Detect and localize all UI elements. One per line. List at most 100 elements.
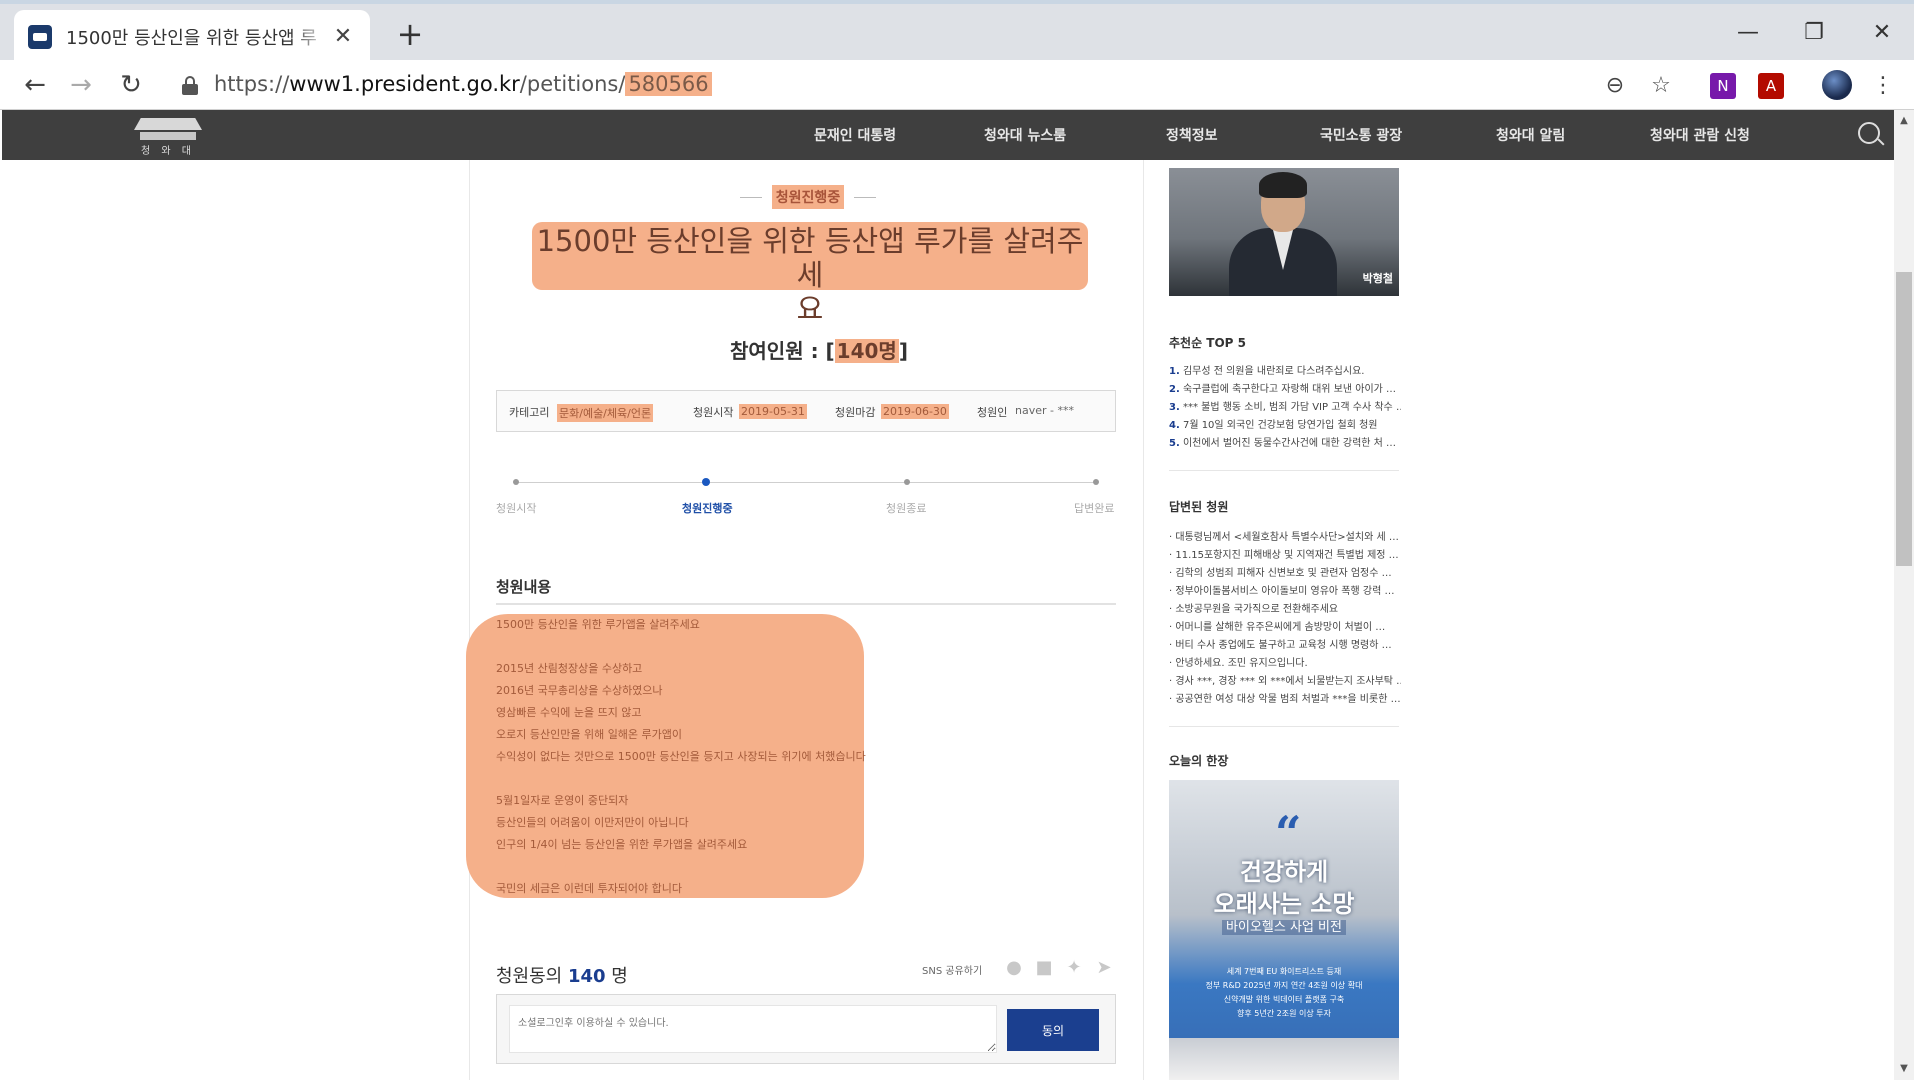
answered-item[interactable]: · 김학의 성범죄 피해자 신변보호 및 관련자 엄정수 …	[1169, 564, 1401, 579]
author-label: 청원인	[977, 406, 1008, 419]
nav-item-notice[interactable]: 청와대 알림	[1496, 125, 1565, 145]
kakaostory-share-icon[interactable]: ●	[1004, 958, 1024, 978]
petition-body-line: 1500만 등산인을 위한 루가앱을 살려주세요	[496, 618, 700, 631]
banner-text: 향후 5년간 2조원 이상 투자	[1237, 1009, 1331, 1018]
participants-value: 140명	[834, 339, 899, 363]
answered-item-text: 11.15포항지진 피해배상 및 지역재건 특별법 제정 …	[1175, 550, 1399, 561]
agree-count: 140	[567, 966, 606, 987]
telegram-share-icon[interactable]: ➤	[1094, 958, 1114, 978]
nav-item-policy[interactable]: 정책정보	[1166, 125, 1218, 145]
petition-title-line1: 1500만 등산인을 위한 등산앱 루가를 살려주세	[536, 224, 1084, 292]
new-tab-icon[interactable]: +	[392, 16, 428, 52]
answered-item[interactable]: · 대통령님께서 <세월호참사 특별수사단>설치와 세 …	[1169, 528, 1401, 543]
nav-item-newsroom[interactable]: 청와대 뉴스룸	[984, 125, 1066, 145]
search-icon[interactable]	[1858, 122, 1880, 144]
petition-body-line: 5월1일자로 운영이 중단되자	[496, 794, 629, 807]
tab-strip: 1500만 등산인을 위한 등산앱 루 ✕ + — ❐ ✕	[0, 0, 1914, 64]
end-label: 청원마감	[835, 406, 876, 419]
today-photo-banner[interactable]: “ 건강하게 오래사는 소망 바이오헬스 사업 비전 세계 7번째 EU 화이트…	[1169, 780, 1399, 1080]
zoom-out-icon[interactable]: ⊖	[1600, 70, 1630, 100]
forward-arrow-icon[interactable]: →	[64, 68, 98, 102]
nav-item-president[interactable]: 문재인 대통령	[814, 125, 896, 145]
answered-item-text: 경사 ***, 경장 *** 외 ***에서 뇌물받는지 조사부탁 …	[1175, 676, 1401, 687]
petition-body-line: 영삼빠른 수익에 눈을 뜨지 않고	[496, 706, 642, 719]
answered-item-text: 김학의 성범죄 피해자 신변보호 및 관련자 엄정수 …	[1175, 568, 1392, 579]
answered-item[interactable]: · 경사 ***, 경장 *** 외 ***에서 뇌물받는지 조사부탁 …	[1169, 672, 1401, 687]
banner-subtitle-text: 바이오헬스 사업 비전	[1222, 920, 1346, 935]
vertical-scrollbar[interactable]: ▲ ▼	[1894, 110, 1914, 1080]
end-value: 2019-06-30	[881, 404, 949, 419]
nav-item-communication[interactable]: 국민소통 광장	[1320, 125, 1402, 145]
answered-item[interactable]: · 안녕하세요. 조민 유지으입니다.	[1169, 654, 1401, 669]
bookmark-star-icon[interactable]: ☆	[1646, 70, 1676, 100]
top5-item-text: *** 불법 행동 소비, 범죄 가담 VIP 고객 수사 착수 …	[1182, 402, 1401, 413]
answered-item[interactable]: · 정부아이돌봄서비스 아이돌보미 영유아 폭행 강력 …	[1169, 582, 1401, 597]
banner-headline-2: 오래사는 소망	[1213, 890, 1355, 918]
top5-item[interactable]: 5. 이천에서 벌어진 동물수간사건에 대한 강력한 처 …	[1169, 434, 1401, 449]
top5-item[interactable]: 2. 숙구클럽에 축구한다고 자랑해 대위 보낸 아이가 …	[1169, 380, 1401, 395]
logo-text: 청 와 대	[141, 146, 195, 157]
top5-item-number: 3.	[1169, 402, 1180, 413]
video-thumbnail[interactable]: 박형철	[1169, 168, 1399, 296]
sidebar-divider	[1169, 726, 1399, 727]
agree-button[interactable]: 동의	[1007, 1009, 1099, 1051]
browser-toolbar: ← → ↻ https://www1.president.go.kr/petit…	[0, 60, 1914, 110]
top5-item[interactable]: 4. 7월 10일 외국인 건강보험 당연가입 철회 청원	[1169, 416, 1401, 431]
twitter-share-icon[interactable]: ✦	[1064, 958, 1084, 978]
close-window-icon[interactable]: ✕	[1862, 16, 1902, 50]
scroll-up-icon[interactable]: ▲	[1894, 112, 1914, 130]
acrobat-extension-icon[interactable]: A	[1756, 70, 1786, 100]
minimize-icon[interactable]: —	[1728, 16, 1768, 50]
top5-item-text: 이천에서 벌어진 동물수간사건에 대한 강력한 처 …	[1182, 438, 1397, 449]
answered-item-text: 대통령님께서 <세월호참사 특별수사단>설치와 세 …	[1175, 532, 1399, 543]
answered-item[interactable]: · 버티 수사 종업에도 불구하고 교육청 시행 명령하 …	[1169, 636, 1401, 651]
top5-title: 추천순 TOP 5	[1169, 336, 1247, 350]
answered-item-text: 어머니를 살해한 유주은씨에게 솜방망이 처벌이 …	[1175, 622, 1386, 633]
facebook-share-icon[interactable]: ■	[1034, 958, 1054, 978]
menu-kebab-icon[interactable]: ⋮	[1868, 70, 1898, 100]
step-label-answered: 답변완료	[1074, 502, 1115, 515]
top5-item[interactable]: 3. *** 불법 행동 소비, 범죄 가담 VIP 고객 수사 착수 …	[1169, 398, 1401, 413]
browser-tab[interactable]: 1500만 등산인을 위한 등산앱 루 ✕	[14, 10, 370, 64]
answered-item[interactable]: · 어머니를 살해한 유주은씨에게 솜방망이 처벌이 …	[1169, 618, 1401, 633]
answered-item[interactable]: · 소방공무원을 국가직으로 전환해주세요	[1169, 600, 1401, 615]
answered-item[interactable]: · 공공연한 여성 대상 악물 범죄 처벌과 ***을 비롯한 …	[1169, 690, 1401, 705]
banner-subtitle: 바이오헬스 사업 비전	[1169, 916, 1399, 935]
step-dot	[904, 479, 910, 485]
banner-text: 세계 7번째 EU 화이트리스트 등재	[1226, 967, 1342, 976]
answered-item-text: 정부아이돌봄서비스 아이돌보미 영유아 폭행 강력 …	[1175, 586, 1395, 597]
top5-item-text: 숙구클럽에 축구한다고 자랑해 대위 보낸 아이가 …	[1182, 384, 1397, 395]
reload-icon[interactable]: ↻	[114, 68, 148, 102]
top5-item-number: 5.	[1169, 438, 1180, 449]
answered-item[interactable]: · 11.15포항지진 피해배상 및 지역재건 특별법 제정 …	[1169, 546, 1401, 561]
progress-line	[516, 482, 1096, 483]
scroll-down-icon[interactable]: ▼	[1894, 1060, 1914, 1078]
participants-label: 참여인원 : [	[730, 339, 835, 363]
address-bar[interactable]: https://www1.president.go.kr/petitions/5…	[214, 72, 712, 96]
top5-item-number: 4.	[1169, 420, 1180, 431]
today-photo-title: 오늘의 한장	[1169, 754, 1229, 768]
petition-title-line2: 요	[796, 292, 824, 326]
petition-body-line: 인구의 1/4이 넘는 등산인을 위한 루가앱을 살려주세요	[496, 838, 748, 851]
start-label: 청원시작	[693, 406, 734, 419]
sidebar-divider	[1169, 470, 1399, 471]
banner-headline-1: 건강하게	[1239, 858, 1329, 886]
video-caption: 박형철	[1362, 272, 1393, 285]
scrollbar-thumb[interactable]	[1896, 272, 1912, 566]
profile-avatar[interactable]	[1822, 70, 1852, 100]
step-dot	[513, 479, 519, 485]
nav-item-tour[interactable]: 청와대 관람 신청	[1650, 125, 1750, 145]
answered-item-text: 버티 수사 종업에도 불구하고 교육청 시행 명령하 …	[1175, 640, 1392, 651]
site-favicon-icon	[28, 25, 52, 49]
start-value: 2019-05-31	[739, 404, 807, 419]
sns-share-label: SNS 공유하기	[922, 966, 983, 977]
onenote-extension-icon[interactable]: N	[1708, 70, 1738, 100]
restore-icon[interactable]: ❐	[1794, 16, 1834, 50]
tab-title: 1500만 등산인을 위한 등산앱 루	[66, 28, 317, 49]
top5-item[interactable]: 1. 김무성 전 의원을 내란죄로 다스려주십시요.	[1169, 362, 1401, 377]
back-arrow-icon[interactable]: ←	[18, 68, 52, 102]
url-host: www1.president.go.kr	[289, 72, 520, 96]
cheongwadae-logo[interactable]: 청 와 대	[130, 118, 206, 157]
agree-comment-input[interactable]	[509, 1005, 997, 1053]
close-tab-icon[interactable]: ✕	[330, 24, 356, 50]
